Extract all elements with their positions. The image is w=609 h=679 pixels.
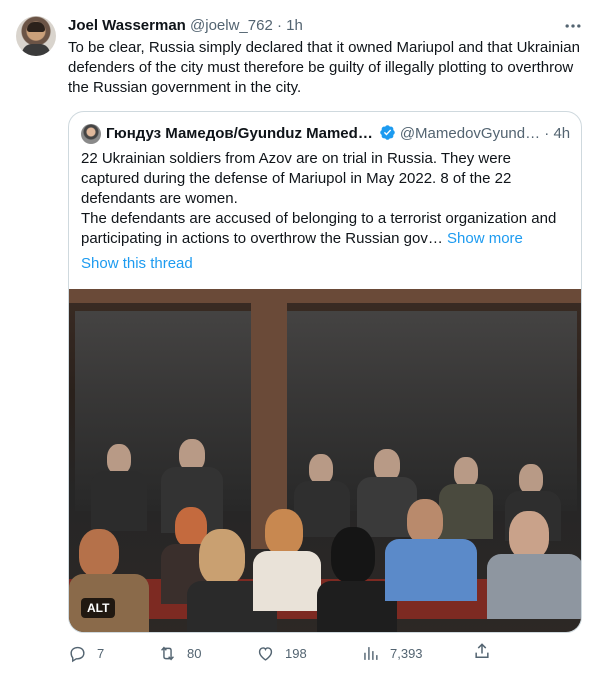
retweet-icon <box>161 645 174 661</box>
quoted-tweet[interactable]: Гюндуз Мамедов/Gyunduz Mamed… @MamedovGyu… <box>68 111 582 633</box>
verified-icon <box>380 125 395 140</box>
quote-text: 22 Ukrainian soldiers from Azov are on t… <box>81 149 571 249</box>
person-head <box>265 509 303 555</box>
author-name[interactable]: Joel Wasserman <box>68 17 186 34</box>
person-head <box>519 464 543 494</box>
quote-author-handle: @MamedovGyund… <box>399 125 541 142</box>
like-count: 198 <box>285 645 307 661</box>
avatar-body <box>22 44 50 56</box>
reply-button[interactable]: 7 <box>68 641 104 665</box>
tweet-time[interactable]: 1h <box>286 17 303 34</box>
person-head <box>454 457 478 487</box>
avatar-hair <box>27 22 45 32</box>
reply-icon <box>70 646 85 662</box>
author-handle[interactable]: @joelw_762 <box>190 17 273 34</box>
alt-text-badge[interactable]: ALT <box>81 598 116 618</box>
person-head <box>407 499 443 543</box>
more-icon[interactable] <box>561 16 585 40</box>
like-button[interactable]: 198 <box>256 641 307 665</box>
person-head <box>509 511 549 559</box>
retweet-button[interactable]: 80 <box>158 641 201 665</box>
person-head <box>107 444 131 474</box>
quote-text-paragraph-2: The defendants are accused of belonging … <box>81 209 571 249</box>
separator-dot: · <box>276 17 282 34</box>
show-more-link[interactable]: Show more <box>447 230 523 247</box>
person-torso <box>91 471 147 531</box>
quote-text-paragraph-1: 22 Ukrainian soldiers from Azov are on t… <box>81 150 512 207</box>
quote-author-avatar <box>81 124 101 144</box>
show-thread-link[interactable]: Show this thread <box>81 254 193 274</box>
person-head <box>331 527 375 583</box>
person-torso <box>487 554 581 619</box>
share-icon <box>475 643 489 658</box>
quote-author-name: Гюндуз Мамедов/Gyunduz Mamed… <box>106 125 373 142</box>
quote-header: Гюндуз Мамедов/Gyunduz Mamed… @MamedovGyu… <box>106 124 576 144</box>
tweet-text: To be clear, Russia simply declared that… <box>68 39 580 96</box>
person-head <box>309 454 333 484</box>
like-icon <box>258 646 273 661</box>
person-torso <box>253 551 321 611</box>
views-icon <box>364 646 378 660</box>
person-head <box>79 529 119 577</box>
share-button[interactable] <box>472 641 496 665</box>
quote-time: 4h <box>553 125 571 142</box>
author-avatar[interactable] <box>16 16 56 56</box>
person-torso <box>385 539 477 601</box>
courtroom-photo[interactable]: ALT <box>69 289 581 632</box>
reply-count: 7 <box>97 645 105 661</box>
tweet-header: Joel Wasserman @joelw_762 · 1h <box>68 16 303 36</box>
person-torso <box>439 484 493 539</box>
retweet-count: 80 <box>187 645 202 661</box>
quote-separator-dot: · <box>544 125 550 142</box>
glass-cage-frame-top <box>69 289 581 303</box>
tweet[interactable]: Joel Wasserman @joelw_762 · 1h To be cle… <box>0 0 609 679</box>
person-head <box>199 529 245 585</box>
views-button[interactable]: 7,393 <box>361 641 423 665</box>
views-count: 7,393 <box>390 645 423 661</box>
